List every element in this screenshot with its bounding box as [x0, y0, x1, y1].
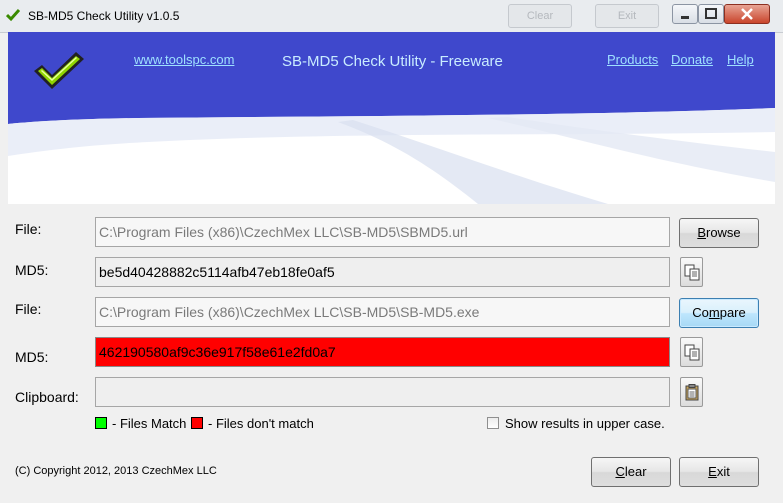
compare-button[interactable]: Compare — [679, 298, 759, 328]
browse-mnemonic: B — [697, 225, 706, 240]
file2-path-field[interactable]: C:\Program Files (x86)\CzechMex LLC\SB-M… — [95, 297, 670, 327]
copy-md5-2-button[interactable] — [680, 337, 703, 367]
help-link[interactable]: Help — [727, 52, 754, 67]
match-legend-label: - Files Match — [112, 416, 187, 431]
clear-label: lear — [624, 464, 647, 479]
browse-label: rowse — [705, 225, 741, 240]
window-title: SB-MD5 Check Utility v1.0.5 — [28, 9, 180, 23]
compare-label-end: pare — [719, 305, 746, 320]
minimize-icon — [681, 16, 689, 19]
md5-1-label: MD5: — [15, 262, 49, 278]
exit-button[interactable]: Exit — [679, 457, 759, 487]
file1-label: File: — [15, 221, 42, 237]
checkmark-app-icon — [6, 9, 20, 22]
clipboard-field[interactable] — [95, 377, 670, 407]
close-button[interactable] — [724, 4, 770, 24]
background-clear-button: Clear — [508, 4, 572, 28]
uppercase-checkbox[interactable] — [487, 417, 499, 429]
mismatch-legend-label: - Files don't match — [208, 416, 314, 431]
file1-path-field[interactable]: C:\Program Files (x86)\CzechMex LLC\SB-M… — [95, 217, 670, 247]
close-icon — [741, 8, 753, 20]
browse-button[interactable]: Browse — [679, 218, 759, 248]
mismatch-color-swatch — [191, 417, 203, 429]
copy-icon — [684, 344, 700, 361]
compare-mnemonic: m — [708, 305, 720, 320]
file2-label: File: — [15, 301, 42, 317]
copy-md5-1-button[interactable] — [680, 257, 703, 287]
exit-label: xit — [716, 464, 730, 479]
uppercase-checkbox-label[interactable]: Show results in upper case. — [505, 416, 665, 431]
md5-2-field[interactable]: 462190580af9c36e917f58e61e2fd0a7 — [95, 337, 670, 367]
compare-label-start: Co — [692, 305, 709, 320]
title-bar[interactable]: SB-MD5 Check Utility v1.0.5 Clear Exit — [0, 0, 783, 33]
paste-clipboard-button[interactable] — [680, 377, 703, 407]
header-banner: www.toolspc.com SB-MD5 Check Utility - F… — [8, 32, 775, 204]
maximize-icon — [705, 8, 717, 19]
products-link[interactable]: Products — [607, 52, 658, 67]
background-exit-button: Exit — [595, 4, 659, 28]
paste-icon — [685, 384, 699, 401]
copy-icon — [684, 264, 700, 281]
maximize-button[interactable] — [698, 4, 724, 24]
clear-mnemonic: C — [615, 464, 625, 479]
clear-button[interactable]: Clear — [591, 457, 671, 487]
minimize-button[interactable] — [672, 4, 698, 24]
header-title: SB-MD5 Check Utility - Freeware — [282, 53, 503, 70]
exit-mnemonic: E — [708, 464, 717, 479]
website-link[interactable]: www.toolspc.com — [134, 52, 234, 67]
copyright-text: (C) Copyright 2012, 2013 CzechMex LLC — [15, 465, 217, 477]
donate-link[interactable]: Donate — [671, 52, 713, 67]
checkmark-logo-icon — [34, 52, 84, 89]
md5-2-label: MD5: — [15, 349, 49, 365]
match-color-swatch — [95, 417, 107, 429]
clipboard-label: Clipboard: — [15, 389, 79, 405]
md5-1-field[interactable]: be5d40428882c5114afb47eb18fe0af5 — [95, 257, 670, 287]
